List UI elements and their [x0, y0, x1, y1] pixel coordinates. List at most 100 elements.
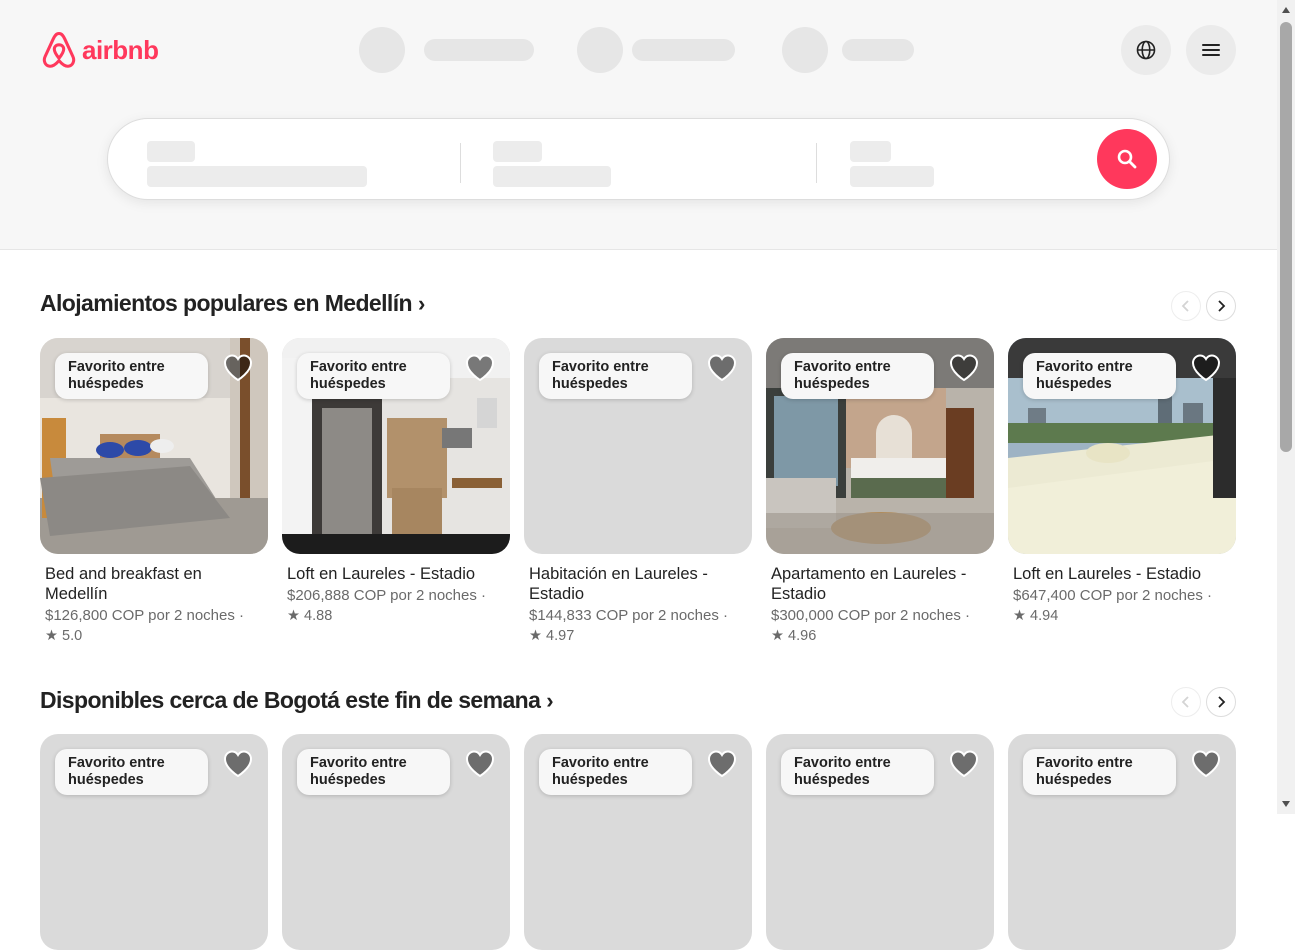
listing-photo[interactable]: Favorito entre huéspedes [1008, 734, 1236, 950]
listing-photo[interactable]: Favorito entre huéspedes [524, 338, 752, 554]
guest-favorite-badge: Favorito entre huéspedes [539, 749, 692, 795]
heart-icon[interactable] [222, 748, 254, 780]
listing-card[interactable]: Favorito entre huéspedes Habitación en L… [524, 338, 752, 646]
listing-price-text: $206,888 COP por 2 noches [287, 587, 477, 604]
listing-card[interactable]: Favorito entre huéspedes [1008, 734, 1236, 950]
listing-price: $126,800 COP por 2 noches · [45, 606, 263, 626]
scroll-down-arrow-icon[interactable] [1277, 796, 1295, 812]
guest-favorite-badge: Favorito entre huéspedes [55, 749, 208, 795]
listing-photo[interactable]: Favorito entre huéspedes [40, 338, 268, 554]
listing-price: $206,888 COP por 2 noches · [287, 586, 505, 606]
section-title-text: Alojamientos populares en Medellín [40, 290, 413, 316]
listing-card[interactable]: Favorito entre huéspedes Bed and breakfa… [40, 338, 268, 646]
chevron-right-icon: › [417, 290, 425, 316]
language-button[interactable] [1121, 25, 1171, 75]
listing-photo[interactable]: Favorito entre huéspedes [766, 338, 994, 554]
section-title-bogota[interactable]: Disponibles cerca de Bogotá este fin de … [40, 687, 554, 714]
listing-photo[interactable]: Favorito entre huéspedes [282, 734, 510, 950]
nav-skeleton-label [424, 39, 534, 61]
guest-favorite-badge: Favorito entre huéspedes [539, 353, 692, 399]
guest-favorite-badge: Favorito entre huéspedes [297, 353, 450, 399]
separator-dot: · [960, 607, 971, 624]
listing-card[interactable]: Favorito entre huéspedes Loft en Laurele… [282, 338, 510, 626]
star-icon: ★ [45, 628, 58, 644]
listing-title: Habitación en Laureles - Estadio [529, 565, 708, 603]
nav-skeleton-label [842, 39, 914, 61]
separator-dot: · [718, 607, 729, 624]
guest-favorite-badge: Favorito entre huéspedes [55, 353, 208, 399]
chevron-right-icon: › [546, 687, 554, 713]
listing-card[interactable]: Favorito entre huéspedes [282, 734, 510, 950]
search-divider [816, 143, 817, 183]
scroll-up-arrow-icon[interactable] [1277, 2, 1295, 18]
guest-favorite-badge: Favorito entre huéspedes [1023, 749, 1176, 795]
listing-price-text: $647,400 COP por 2 noches [1013, 587, 1203, 604]
search-bar[interactable] [107, 118, 1170, 200]
separator-dot: · [1202, 587, 1213, 604]
search-guests-label-skeleton [850, 141, 891, 162]
rating-value: 4.88 [304, 608, 333, 624]
heart-icon[interactable] [706, 748, 738, 780]
search-divider [460, 143, 461, 183]
listing-rating: ★ 4.96 [771, 626, 989, 646]
listing-card[interactable]: Favorito entre huéspedes Loft en Laurele… [1008, 338, 1236, 626]
listing-price: $144,833 COP por 2 noches · [529, 606, 747, 626]
search-dates-value-skeleton[interactable] [493, 166, 611, 187]
listing-card[interactable]: Favorito entre huéspedes [766, 734, 994, 950]
carousel-prev-button[interactable] [1171, 687, 1201, 717]
listing-photo[interactable]: Favorito entre huéspedes [1008, 338, 1236, 554]
star-icon: ★ [771, 628, 784, 644]
heart-icon[interactable] [948, 352, 980, 384]
heart-icon[interactable] [222, 352, 254, 384]
listing-card[interactable]: Favorito entre huéspedes [40, 734, 268, 950]
search-dates-label-skeleton [493, 141, 542, 162]
heart-icon[interactable] [1190, 352, 1222, 384]
airbnb-logo-icon [42, 32, 76, 68]
chevron-right-icon [1218, 696, 1226, 708]
carousel-next-button[interactable] [1206, 687, 1236, 717]
star-icon: ★ [287, 608, 300, 624]
listing-card[interactable]: Favorito entre huéspedes [524, 734, 752, 950]
section-title-medellin[interactable]: Alojamientos populares en Medellín › [40, 290, 425, 317]
carousel-prev-button[interactable] [1171, 291, 1201, 321]
chevron-left-icon [1181, 696, 1189, 708]
listing-photo[interactable]: Favorito entre huéspedes [282, 338, 510, 554]
star-icon: ★ [529, 628, 542, 644]
search-where-value-skeleton[interactable] [147, 166, 367, 187]
section-title-text: Disponibles cerca de Bogotá este fin de … [40, 687, 541, 713]
airbnb-logo[interactable]: airbnb [40, 30, 159, 70]
heart-icon[interactable] [464, 748, 496, 780]
listing-photo[interactable]: Favorito entre huéspedes [766, 734, 994, 950]
search-where-label-skeleton [147, 141, 195, 162]
listing-rating: ★ 4.88 [287, 606, 505, 626]
heart-icon[interactable] [1190, 748, 1222, 780]
listing-title: Loft en Laureles - Estadio [1013, 565, 1202, 583]
vertical-scrollbar[interactable] [1277, 0, 1295, 814]
heart-icon[interactable] [948, 748, 980, 780]
hamburger-menu-icon [1202, 44, 1220, 56]
carousel-next-button[interactable] [1206, 291, 1236, 321]
search-button[interactable] [1097, 129, 1157, 189]
rating-value: 4.94 [1030, 608, 1059, 624]
scrollbar-thumb[interactable] [1280, 22, 1292, 452]
search-guests-value-skeleton[interactable] [850, 166, 934, 187]
listing-card[interactable]: Favorito entre huéspedes Apartamento en … [766, 338, 994, 646]
chevron-left-icon [1181, 300, 1189, 312]
listing-photo[interactable]: Favorito entre huéspedes [524, 734, 752, 950]
heart-icon[interactable] [706, 352, 738, 384]
guest-favorite-badge: Favorito entre huéspedes [781, 353, 934, 399]
listing-rating: ★ 4.94 [1013, 606, 1231, 626]
star-icon: ★ [1013, 608, 1026, 624]
listing-price: $300,000 COP por 2 noches · [771, 606, 989, 626]
header: airbnb [0, 0, 1277, 250]
listing-title: Bed and breakfast en Medellín [45, 565, 202, 603]
nav-skeleton-icon [359, 27, 405, 73]
listing-price-text: $144,833 COP por 2 noches [529, 607, 719, 624]
main-menu-button[interactable] [1186, 25, 1236, 75]
rating-value: 4.97 [546, 628, 575, 644]
listing-photo[interactable]: Favorito entre huéspedes [40, 734, 268, 950]
heart-icon[interactable] [464, 352, 496, 384]
guest-favorite-badge: Favorito entre huéspedes [781, 749, 934, 795]
rating-value: 4.96 [788, 628, 817, 644]
chevron-right-icon [1218, 300, 1226, 312]
